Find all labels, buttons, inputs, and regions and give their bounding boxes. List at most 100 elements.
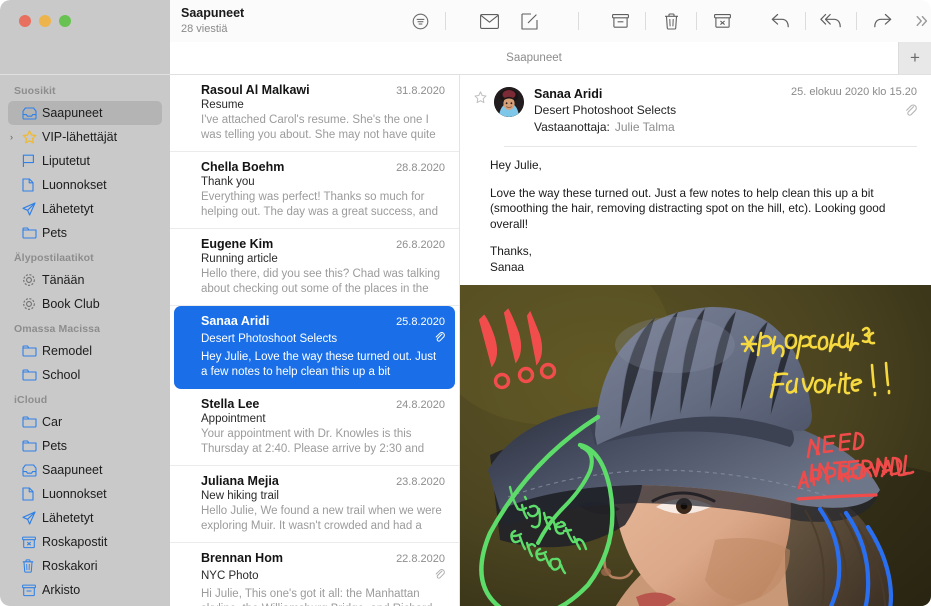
flag-star-button[interactable] — [474, 86, 494, 136]
sidebar-item-pets[interactable]: Pets — [8, 221, 162, 245]
message-subject-row: NYC Photo — [201, 567, 445, 585]
message-date: 23.8.2020 — [396, 476, 445, 488]
sidebar-item-luonnokset[interactable]: Luonnokset — [8, 173, 162, 197]
sidebar-titlebar — [0, 0, 170, 42]
gear-icon — [22, 297, 42, 311]
body-thanks: Thanks, — [490, 244, 532, 258]
inbox-icon — [22, 463, 42, 477]
sidebar-item-label: Roskapostit — [42, 535, 108, 549]
sidebar-item-vip-l-hett-j-t[interactable]: › VIP-lähettäjät — [8, 125, 162, 149]
zoom-button[interactable] — [59, 15, 71, 27]
sidebar-group-header: Suosikit — [14, 85, 56, 97]
message-subject: Running article — [201, 253, 278, 265]
message-count: 28 viestiä — [181, 23, 228, 35]
message-sender-row: Juliana Mejia 23.8.2020 — [201, 474, 445, 488]
sidebar-item-school[interactable]: School — [8, 363, 162, 387]
compose-button[interactable] — [509, 0, 549, 42]
sent-icon — [22, 511, 42, 525]
sidebar: Suosikit Saapuneet › VIP-lähettäjät Liputetu… — [0, 75, 170, 606]
message-sender: Chella Boehm — [201, 160, 285, 174]
avatar-photo — [494, 87, 524, 117]
chevron-right-icon[interactable]: › — [10, 132, 13, 142]
message-subject: Desert Photoshoot Selects — [201, 333, 338, 345]
message-sender: Stella Lee — [201, 397, 260, 411]
sidebar-group-header: iCloud — [14, 394, 48, 406]
detail-recipient-value[interactable]: Julie Talma — [610, 120, 675, 134]
sidebar-item-remodel[interactable]: Remodel — [8, 339, 162, 363]
sidebar-item-roskapostit[interactable]: Roskapostit — [8, 530, 162, 554]
sidebar-item-label: Lähetetyt — [42, 202, 94, 216]
sidebar-item-roskakori[interactable]: Roskakori — [8, 554, 162, 578]
more-toolbar-button[interactable] — [902, 0, 931, 42]
message-sender-row: Rasoul Al Malkawi 31.8.2020 — [201, 83, 445, 97]
message-sender-row: Eugene Kim 26.8.2020 — [201, 237, 445, 251]
message-subject: Thank you — [201, 176, 255, 188]
message-list[interactable]: Rasoul Al Malkawi 31.8.2020 Resume I've att… — [170, 75, 460, 606]
message-list-item[interactable]: Eugene Kim 26.8.2020 Running article Hello … — [170, 229, 459, 306]
message-subject-row: Running article — [201, 253, 445, 265]
body-signoff: Thanks, Sanaa — [490, 244, 917, 275]
inbox-icon — [22, 106, 42, 120]
sidebar-item-saapuneet[interactable]: Saapuneet — [8, 458, 162, 482]
sidebar-item-car[interactable]: Car — [8, 410, 162, 434]
sidebar-item-label: Arkisto — [42, 583, 81, 597]
new-mail-button[interactable] — [469, 0, 509, 42]
chevron-double-right-icon — [916, 15, 928, 27]
filter-icon — [412, 13, 428, 29]
message-sender: Rasoul Al Malkawi — [201, 83, 310, 97]
sidebar-item-arkisto[interactable]: Arkisto — [8, 578, 162, 602]
filter-button[interactable] — [400, 0, 440, 42]
archive-icon — [22, 584, 42, 597]
detail-subject: Desert Photoshoot Selects — [534, 103, 677, 117]
new-tab-button[interactable]: + — [898, 42, 931, 74]
paperclip-icon — [428, 567, 445, 585]
sidebar-item-label: Tänään — [42, 273, 85, 287]
message-sender-row: Stella Lee 24.8.2020 — [201, 397, 445, 411]
message-subject-row: Resume — [201, 99, 445, 111]
attachment-photo[interactable] — [460, 285, 931, 606]
message-list-item[interactable]: Juliana Mejia 23.8.2020 New hiking trail He… — [170, 466, 459, 543]
sidebar-item-l-hetetyt[interactable]: Lähetetyt — [8, 506, 162, 530]
delete-button[interactable] — [651, 0, 691, 42]
reply-all-button[interactable] — [811, 0, 851, 42]
message-list-item[interactable]: Sanaa Aridi 25.8.2020 Desert Photoshoot Se… — [174, 306, 455, 389]
message-list-item[interactable]: Brennan Hom 22.8.2020 NYC Photo Hi Julie, T… — [170, 543, 459, 606]
close-button[interactable] — [19, 15, 31, 27]
mail-window: Saapuneet 28 viestiä Saapuneet + Suosiki… — [0, 0, 931, 606]
message-subject-row: Desert Photoshoot Selects — [201, 330, 445, 348]
message-list-item[interactable]: Stella Lee 24.8.2020 Appointment Your appoi… — [170, 389, 459, 466]
message-list-item[interactable]: Chella Boehm 28.8.2020 Thank you Everything… — [170, 152, 459, 229]
star-icon — [474, 91, 487, 104]
junk-button[interactable] — [702, 0, 742, 42]
message-sender-row: Sanaa Aridi 25.8.2020 — [201, 314, 445, 328]
toolbar-title-block: Saapuneet 28 viestiä — [170, 6, 400, 36]
compose-icon — [520, 12, 538, 30]
draft-icon — [22, 178, 42, 192]
sidebar-item-liputetut[interactable]: Liputetut — [8, 149, 162, 173]
draft-icon — [22, 487, 42, 501]
minimize-button[interactable] — [39, 15, 51, 27]
message-subject: NYC Photo — [201, 570, 259, 582]
sidebar-item-label: Luonnokset — [42, 487, 107, 501]
star-icon — [22, 130, 42, 144]
tab-bar-sidebar-filler — [0, 42, 170, 74]
tab-active[interactable]: Saapuneet — [170, 42, 898, 74]
avatar — [494, 87, 524, 117]
window-titlebar: Saapuneet 28 viestiä — [0, 0, 931, 42]
sidebar-item-saapuneet[interactable]: Saapuneet — [8, 101, 162, 125]
sidebar-item-label: Pets — [42, 439, 68, 453]
reply-button[interactable] — [760, 0, 800, 42]
sidebar-item-book-club[interactable]: Book Club — [8, 292, 162, 316]
message-sender: Brennan Hom — [201, 551, 283, 565]
message-preview: Hello Julie, We found a new trail when w… — [201, 505, 442, 532]
sidebar-item-luonnokset[interactable]: Luonnokset — [8, 482, 162, 506]
sidebar-item-t-n-n[interactable]: Tänään — [8, 268, 162, 292]
message-preview: Hey Julie, Love the way these turned out… — [201, 351, 437, 378]
message-preview: Your appointment with Dr. Knowles is thi… — [201, 428, 425, 455]
sidebar-item-l-hetetyt[interactable]: Lähetetyt — [8, 197, 162, 221]
sidebar-item-pets[interactable]: Pets — [8, 434, 162, 458]
message-sender: Eugene Kim — [201, 237, 274, 251]
message-list-item[interactable]: Rasoul Al Malkawi 31.8.2020 Resume I've att… — [170, 75, 459, 152]
forward-button[interactable] — [862, 0, 902, 42]
archive-button[interactable] — [600, 0, 640, 42]
